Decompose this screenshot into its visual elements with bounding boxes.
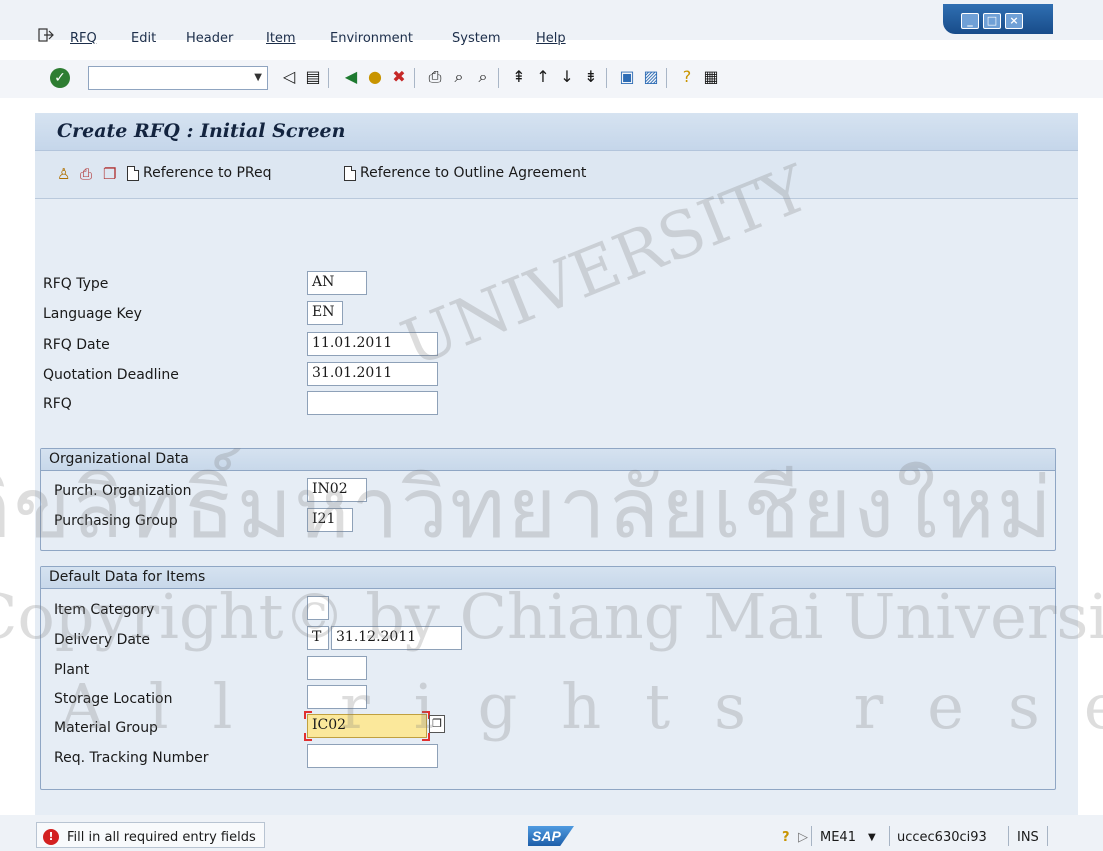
purch-organization-label: Purch. Organization bbox=[54, 483, 192, 499]
storage-location-label: Storage Location bbox=[54, 691, 173, 707]
rfq-number-field[interactable] bbox=[307, 391, 438, 415]
save-icon[interactable]: ▤ bbox=[302, 66, 324, 88]
required-marker bbox=[304, 711, 312, 719]
title-bar: Create RFQ : Initial Screen bbox=[35, 113, 1078, 151]
close-icon[interactable]: × bbox=[1005, 13, 1023, 29]
copy-icon[interactable]: ❐ bbox=[103, 165, 116, 183]
back-arrow-icon[interactable]: ◁ bbox=[278, 66, 300, 88]
rfq-number-label: RFQ bbox=[43, 396, 72, 412]
item-category-field[interactable] bbox=[307, 596, 329, 620]
rfq-type-field[interactable]: AN bbox=[307, 271, 367, 295]
chevron-down-icon[interactable]: ▼ bbox=[868, 832, 876, 843]
toolbar-separator bbox=[606, 68, 607, 88]
back-icon[interactable]: ◀ bbox=[340, 66, 362, 88]
play-icon[interactable]: ▷ bbox=[798, 830, 808, 845]
document-icon bbox=[127, 165, 139, 181]
toolbar-separator bbox=[666, 68, 667, 88]
rfq-date-field[interactable]: 11.01.2011 bbox=[307, 332, 438, 356]
key-icon[interactable]: ? bbox=[782, 830, 790, 845]
previous-page-icon[interactable]: ↑ bbox=[532, 66, 554, 88]
chevron-down-icon[interactable]: ▼ bbox=[254, 72, 262, 83]
material-group-field[interactable]: IC02 bbox=[307, 714, 427, 738]
help-icon[interactable]: ? bbox=[676, 66, 698, 88]
plant-label: Plant bbox=[54, 662, 90, 678]
delivery-date-label: Delivery Date bbox=[54, 632, 151, 648]
cancel-icon[interactable]: ✖ bbox=[388, 66, 410, 88]
find-next-icon[interactable]: ⌕ bbox=[472, 66, 494, 88]
delivery-date-type-field[interactable]: T bbox=[307, 626, 329, 650]
quotation-deadline-field[interactable]: 31.01.2011 bbox=[307, 362, 438, 386]
reference-preq-button[interactable]: Reference to PReq bbox=[127, 165, 272, 181]
toolbar-separator bbox=[498, 68, 499, 88]
search-help-icon[interactable]: ❐ bbox=[429, 715, 445, 733]
quotation-deadline-label: Quotation Deadline bbox=[43, 367, 179, 383]
delivery-date-field[interactable]: 31.12.2011 bbox=[331, 626, 462, 650]
enter-icon[interactable]: ✓ bbox=[50, 68, 70, 88]
layout-icon[interactable]: ▦ bbox=[700, 66, 722, 88]
purch-organization-field[interactable]: IN02 bbox=[307, 478, 367, 502]
create-session-icon[interactable]: ▣ bbox=[616, 66, 638, 88]
reference-outline-agreement-button[interactable]: Reference to Outline Agreement bbox=[344, 165, 586, 181]
purchasing-group-field[interactable]: I21 bbox=[307, 508, 353, 532]
next-page-icon[interactable]: ↓ bbox=[556, 66, 578, 88]
required-marker bbox=[422, 733, 430, 741]
page-title: Create RFQ : Initial Screen bbox=[57, 120, 346, 142]
last-page-icon[interactable]: ⇟ bbox=[580, 66, 602, 88]
plant-field[interactable] bbox=[307, 656, 367, 680]
language-key-label: Language Key bbox=[43, 306, 142, 322]
document-icon bbox=[344, 165, 356, 181]
status-separator bbox=[1047, 826, 1048, 846]
material-group-label: Material Group bbox=[54, 720, 158, 736]
status-separator bbox=[811, 826, 812, 846]
status-separator bbox=[889, 826, 890, 846]
menu-environment[interactable]: Environment bbox=[330, 31, 413, 46]
insert-mode: INS bbox=[1017, 830, 1039, 845]
organizational-data-group: Organizational Data bbox=[40, 448, 1056, 551]
status-message[interactable]: ! Fill in all required entry fields bbox=[36, 822, 265, 848]
first-page-icon[interactable]: ⇞ bbox=[508, 66, 530, 88]
status-separator bbox=[1008, 826, 1009, 846]
req-tracking-label: Req. Tracking Number bbox=[54, 750, 209, 766]
item-category-label: Item Category bbox=[54, 602, 155, 618]
command-field[interactable]: ▼ bbox=[88, 66, 268, 90]
menu-item[interactable]: Item bbox=[266, 31, 296, 46]
required-marker bbox=[304, 733, 312, 741]
menu-header[interactable]: Header bbox=[186, 31, 233, 46]
server-name: uccec630ci93 bbox=[897, 830, 987, 845]
toolbar-separator bbox=[328, 68, 329, 88]
menu-rfq[interactable]: RFQ bbox=[70, 31, 97, 46]
maximize-icon[interactable]: □ bbox=[983, 13, 1001, 29]
toolbar-separator bbox=[414, 68, 415, 88]
shortcut-icon[interactable]: ▨ bbox=[640, 66, 662, 88]
window-controls: _ □ × bbox=[943, 4, 1053, 34]
menu-arrow-icon[interactable] bbox=[38, 28, 54, 42]
req-tracking-field[interactable] bbox=[307, 744, 438, 768]
transaction-code: ME41 bbox=[820, 830, 856, 845]
print-preview-icon[interactable]: ⎙ bbox=[80, 165, 92, 183]
rfq-type-label: RFQ Type bbox=[43, 276, 109, 292]
find-icon[interactable]: ⌕ bbox=[448, 66, 470, 88]
storage-location-field[interactable] bbox=[307, 685, 367, 709]
group-title: Organizational Data bbox=[41, 449, 1055, 471]
menu-help[interactable]: Help bbox=[536, 31, 566, 46]
rfq-date-label: RFQ Date bbox=[43, 337, 110, 353]
error-icon: ! bbox=[43, 829, 59, 845]
vendor-icon[interactable]: ♙ bbox=[57, 165, 70, 183]
print-icon[interactable]: ⎙ bbox=[424, 66, 446, 88]
menu-system[interactable]: System bbox=[452, 31, 500, 46]
minimize-icon[interactable]: _ bbox=[961, 13, 979, 29]
purchasing-group-label: Purchasing Group bbox=[54, 513, 178, 529]
exit-icon[interactable]: ● bbox=[364, 66, 386, 88]
language-key-field[interactable]: EN bbox=[307, 301, 343, 325]
group-title: Default Data for Items bbox=[41, 567, 1055, 589]
menu-edit[interactable]: Edit bbox=[131, 31, 156, 46]
